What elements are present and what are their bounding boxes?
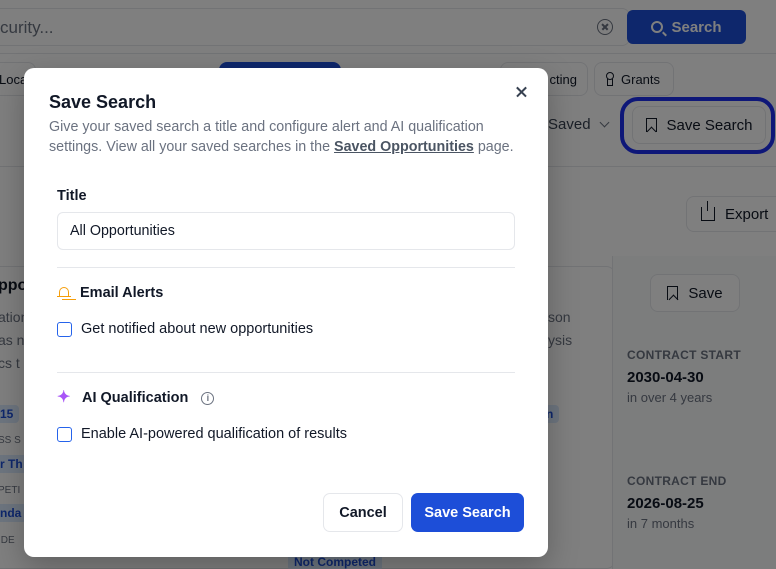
- dialog-title: Save Search: [49, 92, 157, 112]
- ai-qualification-heading-text: AI Qualification: [82, 390, 189, 406]
- email-alerts-checkbox[interactable]: [57, 321, 72, 337]
- title-field-label: Title: [57, 188, 87, 204]
- save-search-button[interactable]: Save Search: [411, 493, 524, 532]
- ai-qualification-checkbox[interactable]: [57, 426, 72, 442]
- description-text-end: page.: [473, 139, 514, 155]
- saved-opportunities-link[interactable]: Saved Opportunities: [334, 139, 474, 155]
- close-icon[interactable]: [515, 85, 529, 99]
- email-alerts-heading: Email Alerts: [57, 285, 163, 301]
- cancel-button[interactable]: Cancel: [323, 493, 403, 532]
- sparkles-icon: ✦: [57, 389, 71, 406]
- section-divider: [57, 372, 515, 373]
- ai-qualification-heading: ✦ AI Qualification i: [57, 389, 215, 406]
- info-icon[interactable]: i: [201, 391, 215, 405]
- dialog-description: Give your saved search a title and confi…: [49, 117, 529, 157]
- title-input[interactable]: [57, 212, 515, 250]
- email-alerts-checkbox-label: Get notified about new opportunities: [81, 321, 314, 337]
- save-search-dialog: Save Search Give your saved search a tit…: [24, 68, 548, 557]
- bell-icon: [57, 286, 71, 301]
- ai-qualification-option[interactable]: Enable AI-powered qualification of resul…: [57, 426, 347, 442]
- ai-qualification-checkbox-label: Enable AI-powered qualification of resul…: [81, 426, 347, 442]
- section-divider: [57, 267, 515, 268]
- email-alerts-heading-text: Email Alerts: [80, 285, 164, 301]
- email-alerts-option[interactable]: Get notified about new opportunities: [57, 321, 313, 337]
